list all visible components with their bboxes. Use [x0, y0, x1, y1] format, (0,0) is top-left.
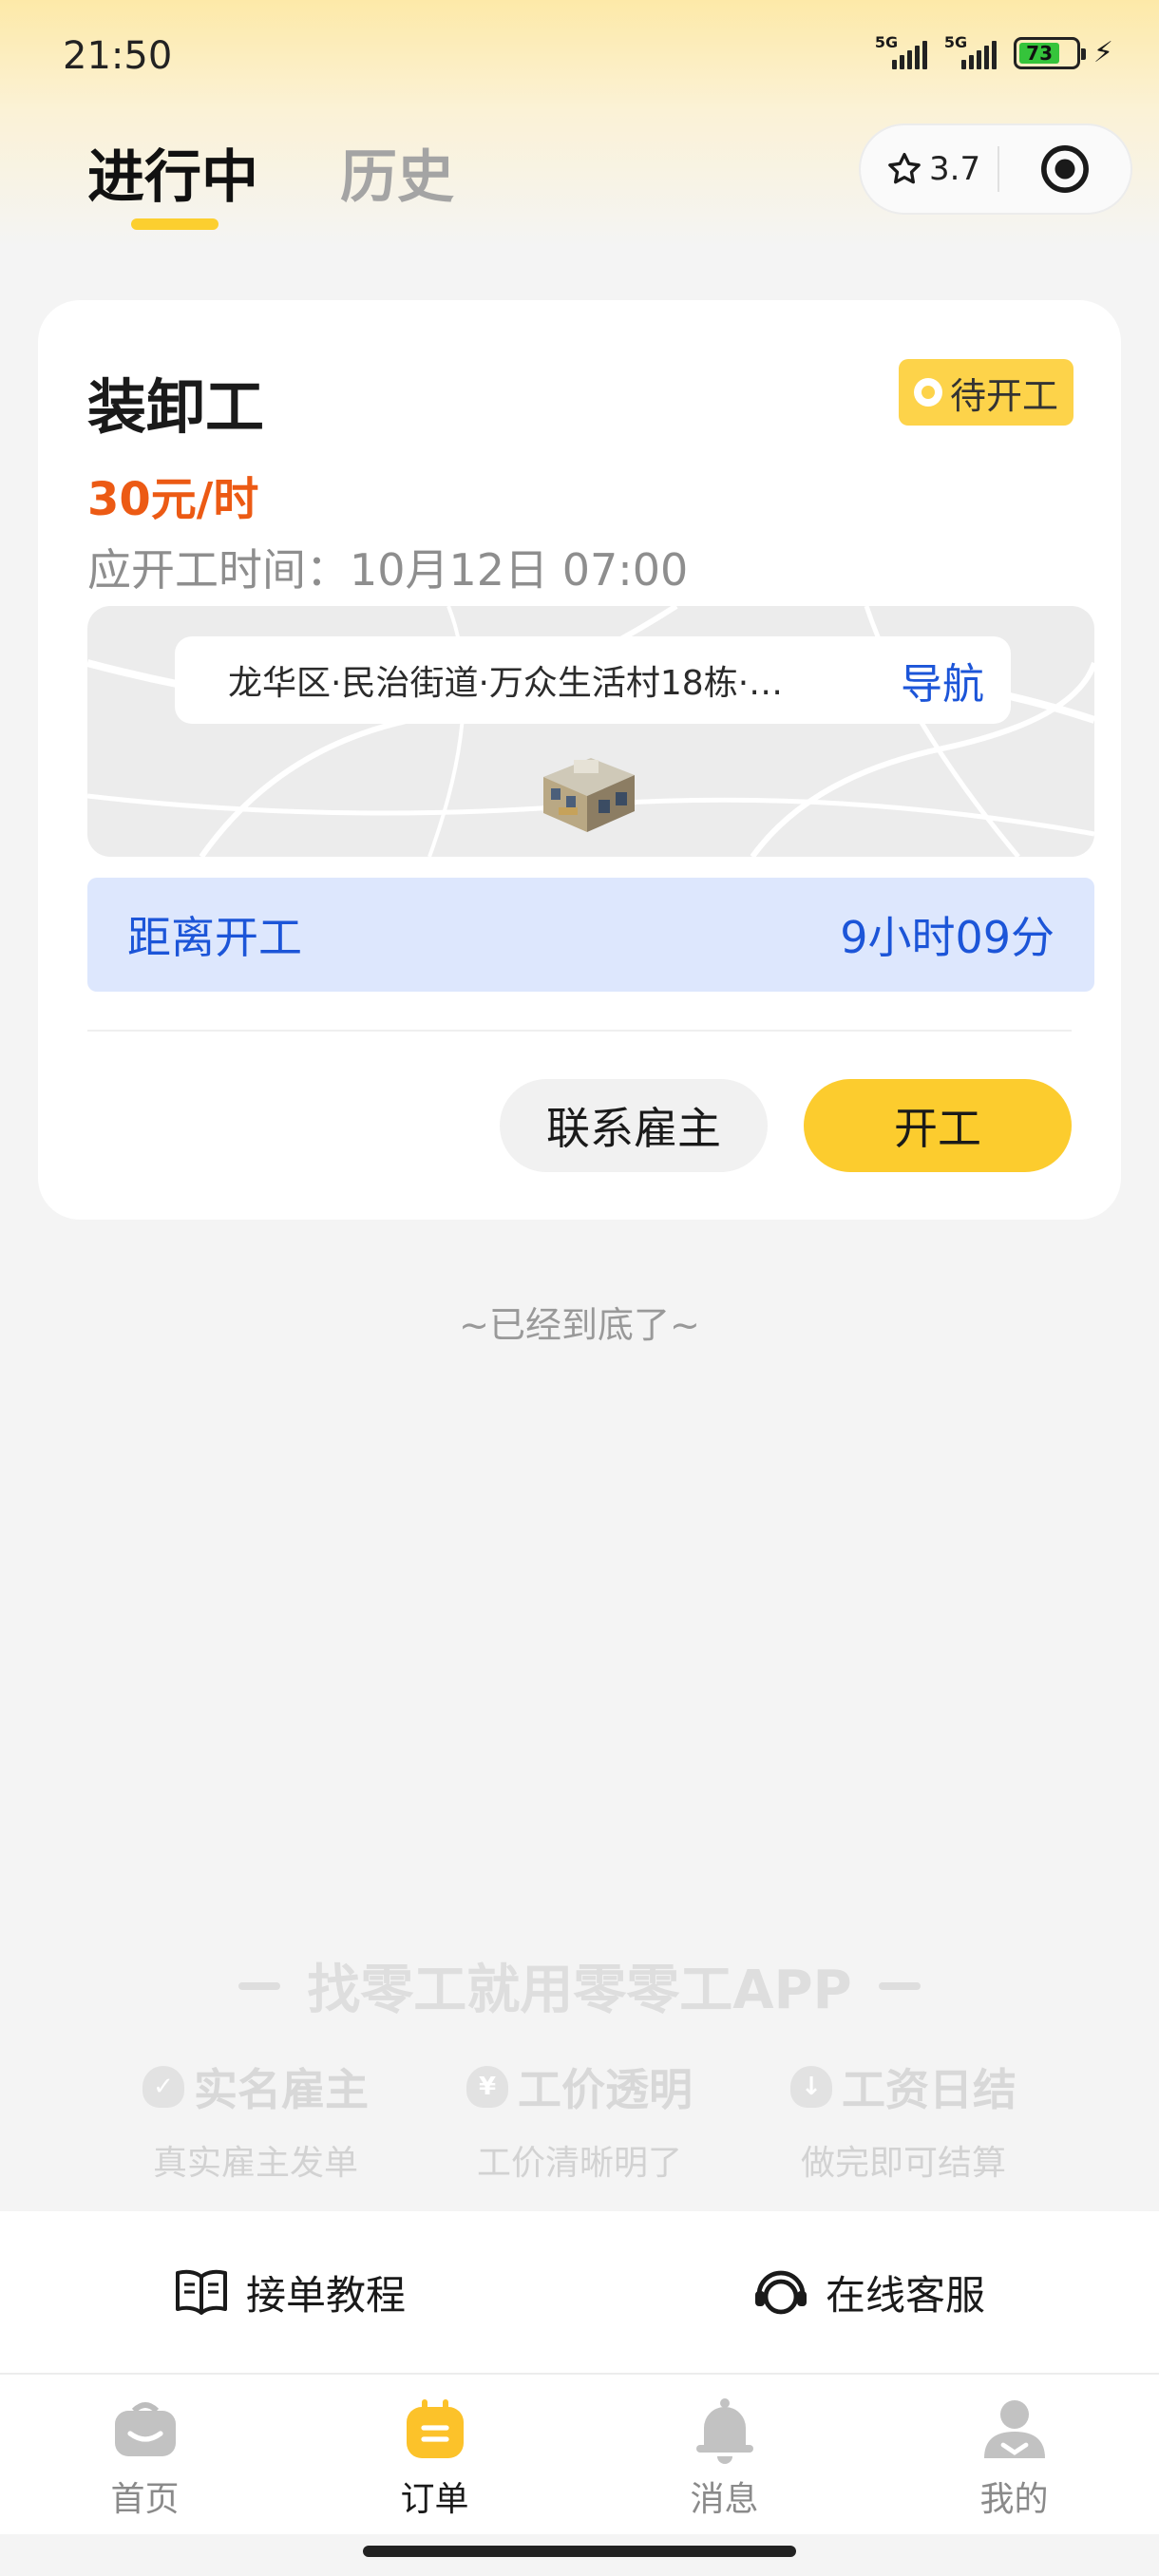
tabbar-label: 我的: [979, 2480, 1049, 2519]
customer-service-button[interactable]: 在线客服: [580, 2211, 1159, 2373]
home-indicator[interactable]: [363, 2546, 796, 2557]
address-text: 龙华区·民治街道·万众生活村18栋·…: [228, 664, 784, 703]
network-type-label: 5G: [943, 32, 968, 51]
tabbar-messages[interactable]: 消息: [580, 2375, 869, 2534]
tutorial-button[interactable]: 接单教程: [0, 2211, 580, 2373]
start-work-button[interactable]: 开工: [804, 1079, 1072, 1172]
wallet-icon: ↓: [790, 2066, 832, 2108]
feature-verified-employer: ✓ 实名雇主 真实雇主发单: [142, 2055, 369, 2185]
feature-transparent-price: ¥ 工价透明 工价清晰明了: [466, 2055, 693, 2185]
status-badge: 待开工: [898, 359, 1074, 426]
tabbar-label: 首页: [110, 2480, 180, 2519]
address-bar: 龙华区·民治街道·万众生活村18栋·… 导航: [175, 636, 1011, 724]
bell-icon: [695, 2398, 753, 2464]
tabbar-home[interactable]: 首页: [0, 2375, 290, 2534]
star-icon: [888, 153, 921, 184]
charging-icon: ⚡: [1092, 36, 1113, 69]
promo-title-text: 找零工就用零零工APP: [307, 1960, 852, 2021]
tutorial-label: 接单教程: [245, 2271, 406, 2319]
target-icon: [1041, 145, 1089, 193]
service-label: 在线客服: [825, 2271, 985, 2319]
countdown-value: 9小时09分: [840, 912, 1054, 963]
tabbar-profile[interactable]: 我的: [869, 2375, 1159, 2534]
contact-employer-button[interactable]: 联系雇主: [500, 1079, 768, 1172]
tab-label: 历史: [340, 144, 454, 211]
headset-icon: [754, 2270, 807, 2315]
tab-history[interactable]: 历史: [340, 131, 454, 214]
user-icon: [983, 2400, 1045, 2458]
status-icons: 5G 5G 73 ⚡: [875, 33, 1113, 70]
promo-features: ✓ 实名雇主 真实雇主发单 ¥ 工价透明 工价清晰明了 ↓ 工资日结 做完即可结…: [142, 2055, 1016, 2185]
battery-level: 73: [1018, 42, 1060, 64]
help-bar: 接单教程 在线客服: [0, 2211, 1159, 2373]
header-capsule: 3.7: [859, 123, 1132, 215]
rating-button[interactable]: 3.7: [861, 150, 998, 188]
yen-icon: ¥: [466, 2066, 508, 2108]
feature-sub: 真实雇主发单: [152, 2144, 358, 2183]
signal-icon: 5G: [944, 33, 997, 69]
shield-icon: ✓: [142, 2066, 184, 2108]
feature-sub: 做完即可结算: [800, 2144, 1006, 2183]
active-tab-indicator: [131, 218, 218, 230]
briefcase-icon: [114, 2402, 176, 2456]
status-dot-icon: [913, 378, 942, 407]
countdown-label: 距离开工: [127, 912, 302, 963]
card-divider: [87, 1030, 1072, 1032]
order-card[interactable]: 装卸工 待开工 30元/时 应开工时间：10月12日 07:00 龙华区·民治街…: [38, 300, 1121, 1220]
rating-value: 3.7: [929, 150, 981, 188]
battery-icon: 73: [1013, 36, 1086, 69]
feature-title: 实名雇主: [194, 2064, 369, 2115]
feature-title: 工资日结: [842, 2064, 1016, 2115]
promo-title: 找零工就用零零工APP: [0, 1947, 1159, 2024]
tab-in-progress[interactable]: 进行中: [87, 131, 258, 230]
close-miniapp-button[interactable]: [999, 142, 1130, 196]
status-label: 待开工: [949, 374, 1058, 417]
end-of-list-text: ~已经到底了~: [459, 1304, 700, 1346]
job-title: 装卸工: [87, 372, 265, 442]
order-icon: [406, 2399, 464, 2458]
order-tabs: 进行中 历史: [87, 131, 454, 230]
start-time: 应开工时间：10月12日 07:00: [87, 544, 689, 596]
tabbar-label: 订单: [400, 2480, 469, 2519]
promo-dash: [878, 1981, 921, 1990]
network-type-label: 5G: [874, 32, 899, 51]
tab-label: 进行中: [87, 144, 258, 211]
location-map[interactable]: 龙华区·民治街道·万众生活村18栋·… 导航: [87, 606, 1094, 857]
feature-sub: 工价清晰明了: [476, 2144, 682, 2183]
tabbar-label: 消息: [690, 2480, 759, 2519]
signal-icon: 5G: [875, 33, 927, 69]
tabbar-orders[interactable]: 订单: [290, 2375, 580, 2534]
navigate-link[interactable]: 导航: [901, 650, 984, 710]
countdown-banner: 距离开工 9小时09分: [87, 878, 1094, 992]
book-icon: [175, 2269, 227, 2315]
bottom-tab-bar: 首页 订单 消息 我的: [0, 2375, 1159, 2534]
status-bar: 21:50 5G 5G 73 ⚡: [0, 0, 1159, 114]
feature-title: 工价透明: [518, 2064, 693, 2115]
building-icon: [543, 758, 635, 832]
wage-rate: 30元/时: [87, 473, 259, 526]
feature-daily-pay: ↓ 工资日结 做完即可结算: [790, 2055, 1016, 2185]
status-time: 21:50: [63, 34, 173, 78]
promo-dash: [238, 1981, 281, 1990]
